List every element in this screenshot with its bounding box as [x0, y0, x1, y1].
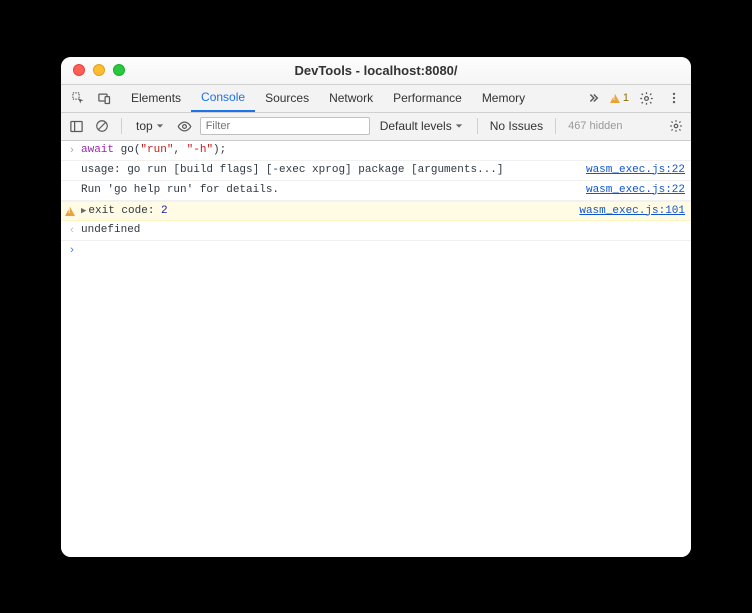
- panel-tabs-bar: Elements Console Sources Network Perform…: [61, 85, 691, 113]
- more-tabs-icon[interactable]: [586, 87, 604, 109]
- kebab-menu-icon[interactable]: [663, 87, 685, 109]
- result-value: undefined: [79, 224, 685, 236]
- console-toolbar: top Default levels No Issues 467 hidden: [61, 113, 691, 141]
- traffic-lights: [61, 64, 125, 76]
- warning-triangle-icon: [65, 207, 75, 216]
- console-log-row: Run 'go help run' for details. wasm_exec…: [61, 181, 691, 201]
- log-message: usage: go run [build flags] [-exec xprog…: [79, 164, 578, 176]
- tab-network[interactable]: Network: [319, 85, 383, 112]
- settings-gear-icon[interactable]: [635, 87, 657, 109]
- toggle-sidebar-icon[interactable]: [65, 115, 87, 137]
- log-levels-dropdown[interactable]: Default levels: [374, 119, 469, 133]
- titlebar: DevTools - localhost:8080/: [61, 57, 691, 85]
- console-input-code[interactable]: await go("run", "-h");: [79, 144, 685, 156]
- tab-sources[interactable]: Sources: [255, 85, 319, 112]
- divider: [555, 118, 556, 134]
- tab-console[interactable]: Console: [191, 85, 255, 112]
- filter-input[interactable]: [200, 117, 370, 135]
- tab-memory[interactable]: Memory: [472, 85, 535, 112]
- console-messages: › await go("run", "-h"); usage: go run […: [61, 141, 691, 557]
- context-label: top: [136, 119, 153, 133]
- tab-performance[interactable]: Performance: [383, 85, 472, 112]
- warning-message[interactable]: ▶exit code: 2: [79, 205, 571, 217]
- inspect-element-icon[interactable]: [67, 87, 89, 109]
- source-link[interactable]: wasm_exec.js:101: [571, 205, 685, 217]
- warning-gutter: [65, 205, 79, 216]
- window-title: DevTools - localhost:8080/: [61, 63, 691, 78]
- warning-triangle-icon: [610, 94, 620, 103]
- hidden-messages-count[interactable]: 467 hidden: [564, 120, 626, 132]
- devtools-window: DevTools - localhost:8080/ Elements Cons…: [61, 57, 691, 557]
- divider: [477, 118, 478, 134]
- close-window-button[interactable]: [73, 64, 85, 76]
- expand-arrow-icon[interactable]: ▶: [81, 206, 86, 216]
- source-link[interactable]: wasm_exec.js:22: [578, 184, 685, 196]
- warnings-badge[interactable]: 1: [610, 92, 629, 104]
- levels-label: Default levels: [380, 119, 452, 133]
- warnings-count: 1: [623, 92, 629, 104]
- dropdown-triangle-icon: [156, 122, 164, 130]
- console-input-row: › await go("run", "-h");: [61, 141, 691, 161]
- log-message: Run 'go help run' for details.: [79, 184, 578, 196]
- console-warning-row: ▶exit code: 2 wasm_exec.js:101: [61, 201, 691, 221]
- device-toolbar-icon[interactable]: [93, 87, 115, 109]
- maximize-window-button[interactable]: [113, 64, 125, 76]
- issues-label[interactable]: No Issues: [486, 119, 547, 133]
- clear-console-icon[interactable]: [91, 115, 113, 137]
- prompt-chevron-icon: ›: [65, 244, 79, 256]
- keyword: await: [81, 144, 114, 156]
- dropdown-triangle-icon: [455, 122, 463, 130]
- live-expression-eye-icon[interactable]: [174, 115, 196, 137]
- source-link[interactable]: wasm_exec.js:22: [578, 164, 685, 176]
- tab-elements[interactable]: Elements: [121, 85, 191, 112]
- result-chevron-icon: ‹: [65, 224, 79, 236]
- execution-context-selector[interactable]: top: [130, 117, 170, 135]
- console-prompt-row[interactable]: ›: [61, 241, 691, 261]
- console-log-row: usage: go run [build flags] [-exec xprog…: [61, 161, 691, 181]
- console-result-row: ‹ undefined: [61, 221, 691, 241]
- console-settings-gear-icon[interactable]: [665, 115, 687, 137]
- divider: [121, 118, 122, 134]
- panel-tabs: Elements Console Sources Network Perform…: [121, 85, 535, 112]
- input-chevron-icon: ›: [65, 144, 79, 156]
- minimize-window-button[interactable]: [93, 64, 105, 76]
